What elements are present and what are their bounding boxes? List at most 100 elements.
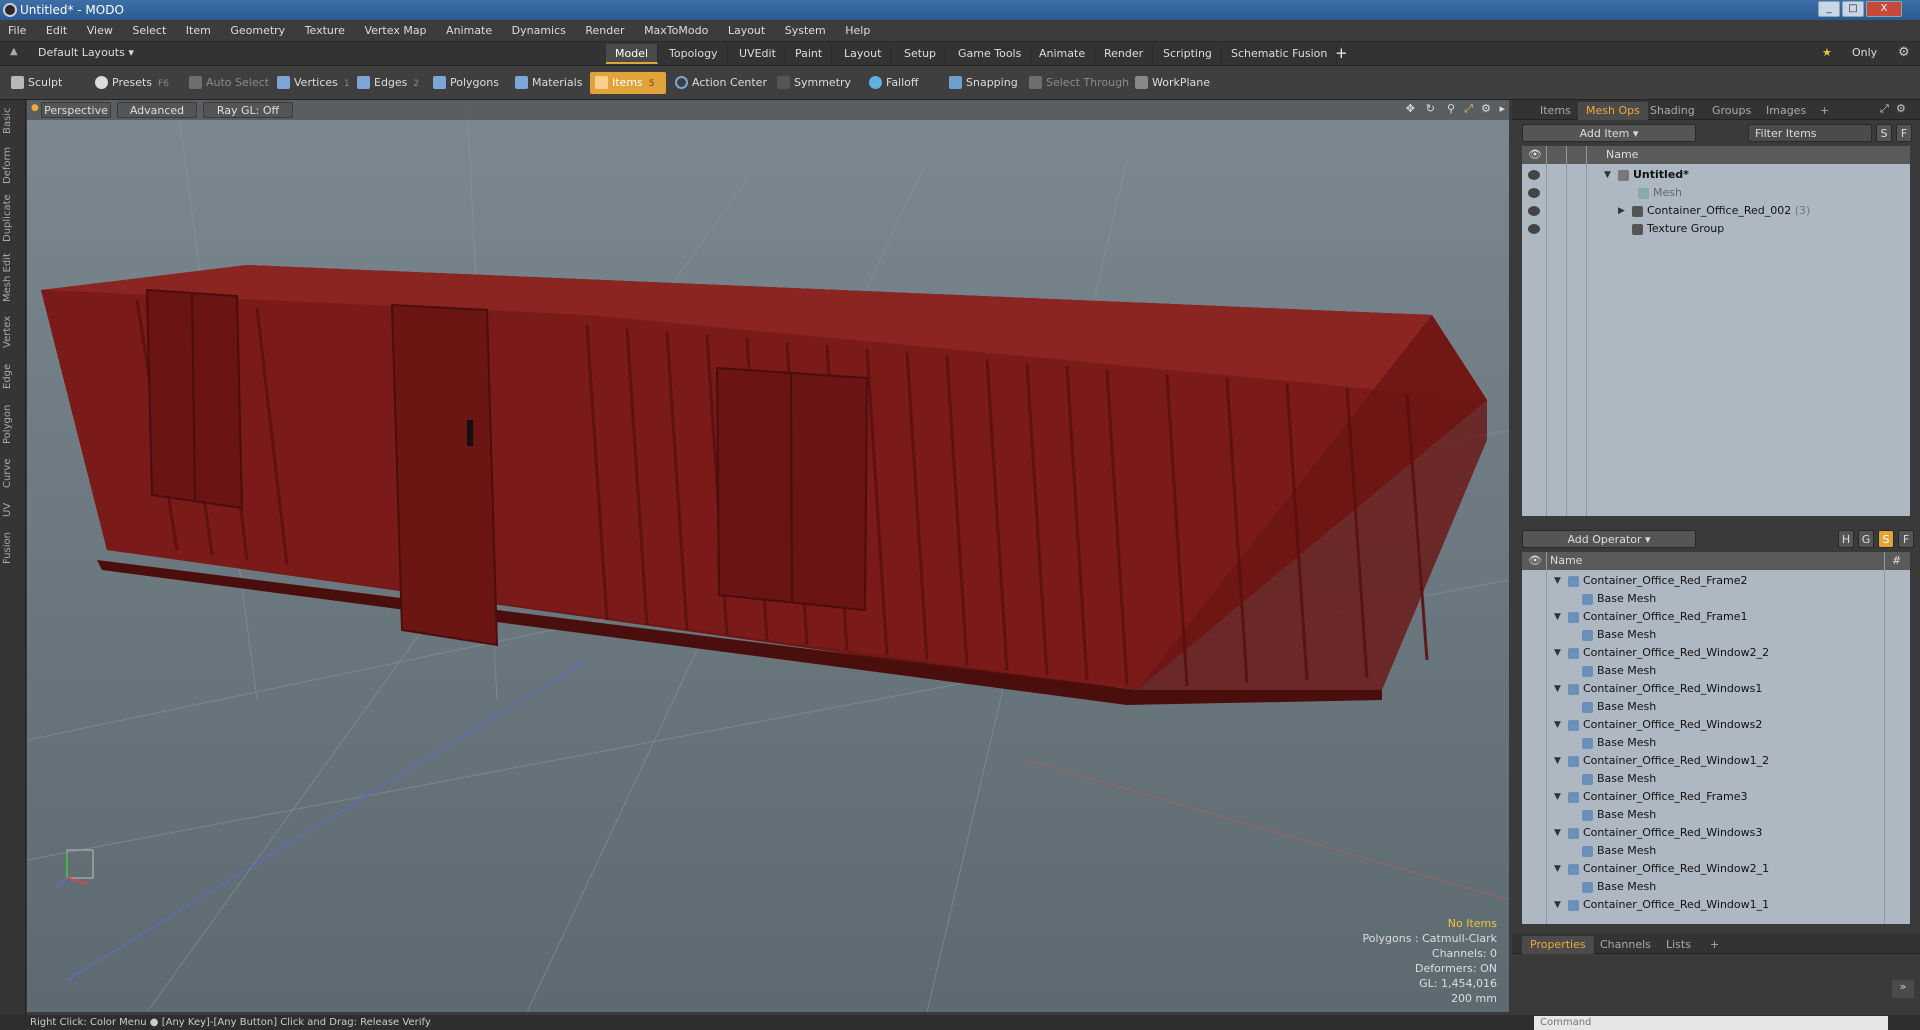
- filter-s-button[interactable]: S: [1876, 124, 1892, 142]
- panel-expand-icon[interactable]: ⤢: [1880, 102, 1889, 116]
- add-operator-dropdown[interactable]: Add Operator ▾: [1522, 530, 1696, 548]
- tab-model[interactable]: Model: [606, 44, 659, 64]
- operator-row[interactable]: ▼ Container_Office_Red_Window2_1: [1522, 860, 1910, 878]
- expand-arrow-icon[interactable]: ▼: [1554, 680, 1561, 698]
- operator-row[interactable]: ▼ Container_Office_Red_Windows3: [1522, 824, 1910, 842]
- shading-dropdown[interactable]: Advanced: [117, 102, 197, 118]
- zoom-icon[interactable]: ⚲: [1447, 102, 1455, 115]
- item-row-container[interactable]: ▶ Container_Office_Red_002 (3): [1522, 202, 1910, 220]
- expand-arrow-icon[interactable]: ▼: [1554, 788, 1561, 806]
- layout-preset-dropdown[interactable]: Default Layouts ▾: [38, 46, 134, 59]
- left-tab-vertex[interactable]: Vertex: [2, 312, 24, 352]
- maximize-button[interactable]: □: [1842, 1, 1864, 17]
- auto-select-button[interactable]: Auto Select: [184, 72, 275, 94]
- expand-arrow-icon[interactable]: ▼: [1554, 824, 1561, 842]
- menu-animate[interactable]: Animate: [438, 20, 500, 42]
- left-tab-polygon[interactable]: Polygon: [2, 400, 24, 448]
- symmetry-button[interactable]: Symmetry: [772, 72, 857, 94]
- expand-properties-button[interactable]: »: [1892, 980, 1914, 998]
- tab-schematic-fusion[interactable]: Schematic Fusion: [1222, 44, 1338, 64]
- expand-arrow-icon[interactable]: ▼: [1554, 860, 1561, 878]
- left-tab-curve[interactable]: Curve: [2, 454, 24, 492]
- viewport-menu-dot[interactable]: ●: [31, 103, 39, 113]
- snapping-button[interactable]: Snapping: [944, 72, 1024, 94]
- operator-h-button[interactable]: H: [1838, 530, 1854, 548]
- eye-icon[interactable]: [1528, 206, 1540, 216]
- tab-game-tools[interactable]: Game Tools: [949, 44, 1032, 64]
- left-tab-uv[interactable]: UV: [2, 498, 24, 522]
- menu-help[interactable]: Help: [837, 20, 878, 42]
- tab-groups[interactable]: Groups: [1704, 102, 1759, 120]
- item-row-scene[interactable]: ▼ Untitled*: [1522, 166, 1910, 184]
- pan-icon[interactable]: ✥: [1406, 102, 1415, 115]
- view-type-dropdown[interactable]: Perspective: [41, 102, 111, 118]
- operator-s-button[interactable]: S: [1878, 530, 1894, 548]
- operator-child-row[interactable]: Base Mesh: [1522, 806, 1910, 824]
- left-tab-duplicate[interactable]: Duplicate: [2, 192, 24, 244]
- falloff-button[interactable]: Falloff: [864, 72, 924, 94]
- edges-button[interactable]: Edges 2: [352, 72, 425, 94]
- operator-row[interactable]: ▼ Container_Office_Red_Frame2: [1522, 572, 1910, 590]
- eye-icon[interactable]: [1528, 188, 1540, 198]
- fit-icon[interactable]: ⤢: [1464, 102, 1473, 116]
- tab-render[interactable]: Render: [1095, 44, 1154, 64]
- tab-paint[interactable]: Paint: [786, 44, 833, 64]
- menu-dynamics[interactable]: Dynamics: [504, 20, 574, 42]
- tab-setup[interactable]: Setup: [895, 44, 947, 64]
- operator-child-row[interactable]: Base Mesh: [1522, 770, 1910, 788]
- operator-row[interactable]: ▼ Container_Office_Red_Window2_2: [1522, 644, 1910, 662]
- left-tab-fusion[interactable]: Fusion: [2, 528, 24, 568]
- menu-render[interactable]: Render: [577, 20, 632, 42]
- layout-home-icon[interactable]: ▲: [10, 46, 20, 58]
- eye-icon[interactable]: [1528, 170, 1540, 180]
- add-panel-tab-button[interactable]: +: [1812, 102, 1837, 120]
- operator-row[interactable]: ▼ Container_Office_Red_Frame3: [1522, 788, 1910, 806]
- left-tab-edge[interactable]: Edge: [2, 358, 24, 394]
- expand-arrow-icon[interactable]: ▼: [1554, 896, 1561, 914]
- viewport-settings-icon[interactable]: ⚙: [1481, 102, 1491, 115]
- expand-arrow-icon[interactable]: ▼: [1554, 644, 1561, 662]
- items-button[interactable]: Items 5: [590, 72, 666, 94]
- tab-uvedit[interactable]: UVEdit: [730, 44, 786, 64]
- expand-arrow-icon[interactable]: ▼: [1554, 716, 1561, 734]
- expand-arrow-icon[interactable]: ▼: [1554, 608, 1561, 626]
- action-center-button[interactable]: Action Center: [670, 72, 773, 94]
- menu-layout[interactable]: Layout: [720, 20, 773, 42]
- close-button[interactable]: X: [1866, 1, 1902, 17]
- operator-row[interactable]: ▼ Container_Office_Red_Frame1: [1522, 608, 1910, 626]
- menu-edit[interactable]: Edit: [38, 20, 75, 42]
- menu-file[interactable]: File: [0, 20, 34, 42]
- add-layout-tab-button[interactable]: +: [1335, 44, 1348, 62]
- left-tab-mesh-edit[interactable]: Mesh Edit: [2, 252, 24, 304]
- materials-button[interactable]: Materials: [510, 72, 588, 94]
- operator-child-row[interactable]: Base Mesh: [1522, 878, 1910, 896]
- add-properties-tab-button[interactable]: +: [1702, 936, 1727, 954]
- eye-icon[interactable]: [1528, 224, 1540, 234]
- vertices-button[interactable]: Vertices 1: [272, 72, 356, 94]
- expand-arrow-icon[interactable]: ▼: [1554, 752, 1561, 770]
- operator-row[interactable]: ▼ Container_Office_Red_Window1_1: [1522, 896, 1910, 914]
- sculpt-button[interactable]: Sculpt: [6, 72, 68, 94]
- item-row-texture-group[interactable]: Texture Group: [1522, 220, 1910, 238]
- tab-scripting[interactable]: Scripting: [1154, 44, 1222, 64]
- command-input[interactable]: Command: [1534, 1016, 1888, 1030]
- operator-child-row[interactable]: Base Mesh: [1522, 842, 1910, 860]
- tab-shading[interactable]: Shading: [1642, 102, 1703, 120]
- gear-icon[interactable]: ⚙: [1898, 45, 1910, 60]
- presets-button[interactable]: Presets F6: [90, 72, 175, 94]
- operator-child-row[interactable]: Base Mesh: [1522, 698, 1910, 716]
- operator-child-row[interactable]: Base Mesh: [1522, 626, 1910, 644]
- filter-items-input[interactable]: Filter Items: [1748, 124, 1872, 142]
- menu-select[interactable]: Select: [124, 20, 174, 42]
- left-tab-deform[interactable]: Deform: [2, 144, 24, 186]
- filter-f-button[interactable]: F: [1896, 124, 1912, 142]
- tab-properties[interactable]: Properties: [1522, 936, 1594, 954]
- expand-arrow-icon[interactable]: ▼: [1554, 572, 1561, 590]
- operator-g-button[interactable]: G: [1858, 530, 1874, 548]
- menu-geometry[interactable]: Geometry: [222, 20, 293, 42]
- operator-row[interactable]: ▼ Container_Office_Red_Windows1: [1522, 680, 1910, 698]
- menu-view[interactable]: View: [79, 20, 121, 42]
- tab-items[interactable]: Items: [1532, 102, 1579, 120]
- item-row-mesh[interactable]: Mesh: [1522, 184, 1910, 202]
- operator-row[interactable]: ▼ Container_Office_Red_Windows2: [1522, 716, 1910, 734]
